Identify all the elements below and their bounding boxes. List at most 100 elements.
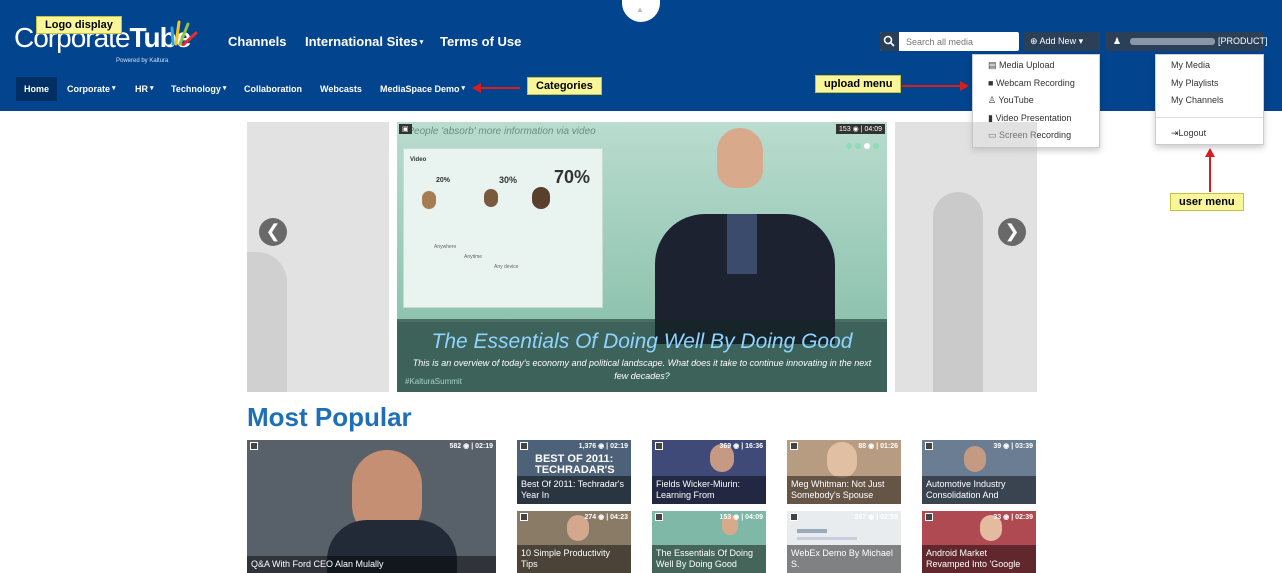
board-person-icon	[484, 189, 498, 207]
subnav-collaboration-label: Collaboration	[244, 84, 302, 94]
collapse-tab[interactable]: ▲	[622, 0, 660, 22]
video-type-icon	[925, 442, 933, 450]
board-percent-2: 30%	[499, 175, 518, 185]
subnav-webcasts-label: Webcasts	[320, 84, 362, 94]
nav-terms-of-use[interactable]: Terms of Use	[440, 34, 521, 49]
slide-stats: 153 ◉ | 04:09	[836, 124, 885, 134]
thumb-stats: 33 ◉ | 02:39	[993, 514, 1033, 521]
subnav-home-label: Home	[24, 84, 50, 94]
subnav-home[interactable]: Home	[16, 77, 58, 101]
thumb-stats: 153 ◉ | 04:09	[719, 514, 763, 521]
thumb-stats: 369 ◉ | 16:36	[719, 443, 763, 450]
board-person-icon	[532, 187, 550, 209]
slide-headline: e People 'absorb' more information via v…	[399, 126, 596, 137]
board-percent-1: 20%	[436, 177, 451, 184]
carousel-next-button[interactable]: ❯	[998, 218, 1026, 246]
person-silhouette	[247, 252, 287, 392]
slide-hashtag: #KalturaSummit	[405, 377, 462, 386]
nav-channels-label: Channels	[228, 34, 287, 49]
video-thumb[interactable]: 88 ◉ | 01:26 Meg Whitman: Not Just Someb…	[787, 440, 901, 504]
carousel-dot[interactable]	[855, 143, 861, 149]
add-new-button[interactable]: ⊕ Add New ▾	[1023, 32, 1100, 51]
slide-board: Video 20% 30% 70% Anywhere Anytime Any d…	[403, 148, 603, 308]
carousel-slide-prev[interactable]	[247, 122, 389, 392]
subnav-collaboration[interactable]: Collaboration	[240, 77, 306, 101]
search-box	[880, 32, 1019, 51]
board-anytime: Anytime	[464, 254, 483, 260]
video-type-icon	[520, 442, 528, 450]
carousel-slide-next[interactable]	[895, 122, 1037, 392]
thumb-overlay-text: BEST OF 2011: TECHRADAR'S	[535, 453, 615, 476]
webcam-icon: ■	[988, 77, 994, 88]
subnav-corporate[interactable]: Corporate ▾	[63, 77, 120, 101]
menu-item-my-media[interactable]: My Media	[1156, 57, 1263, 75]
video-type-icon	[790, 442, 798, 450]
carousel-indicators	[843, 136, 879, 154]
caret-down-icon: ▾	[222, 85, 227, 92]
video-thumb[interactable]: BEST OF 2011: TECHRADAR'S 1,376 ◉ | 02:1…	[517, 440, 631, 504]
carousel-dot-active[interactable]	[864, 143, 870, 149]
subnav-webcasts[interactable]: Webcasts	[316, 77, 366, 101]
search-input[interactable]	[902, 32, 1017, 51]
user-name-redacted	[1130, 38, 1215, 45]
search-button[interactable]	[880, 32, 899, 51]
video-thumb[interactable]: 367 ◉ | 02:59 WebEx Demo By Michael S.	[787, 511, 901, 573]
video-thumb[interactable]: 369 ◉ | 16:36 Fields Wicker-Miurin: Lear…	[652, 440, 766, 504]
logo-rays-icon	[170, 20, 198, 46]
person-silhouette	[933, 192, 983, 392]
carousel-dot[interactable]	[873, 143, 879, 149]
carousel-prev-button[interactable]: ❮	[259, 218, 287, 246]
nav-channels[interactable]: Channels	[228, 34, 287, 49]
carousel-slide-active[interactable]: e People 'absorb' more information via v…	[397, 122, 887, 392]
nav-terms-label: Terms of Use	[440, 34, 522, 49]
subnav-mediaspace-demo[interactable]: MediaSpace Demo ▾	[376, 77, 469, 101]
user-icon: ♟	[1113, 36, 1122, 46]
annotation-categories: Categories	[527, 77, 602, 95]
chevron-up-icon: ▲	[636, 5, 644, 14]
thumb-screen-bar	[797, 537, 857, 540]
thumb-stats: 88 ◉ | 01:26	[858, 443, 898, 450]
search-icon	[883, 35, 895, 47]
subnav-technology[interactable]: Technology ▾	[167, 77, 230, 101]
arrow-right-icon	[960, 81, 969, 91]
menu-item-my-channels[interactable]: My Channels	[1156, 92, 1263, 110]
thumb-title: Android Market Revamped Into 'Google	[922, 545, 1036, 573]
subnav-hr[interactable]: HR ▾	[131, 77, 158, 101]
nav-international-label: International Sites	[305, 34, 418, 49]
board-anywhere: Anywhere	[434, 244, 457, 250]
annotation-arrow	[480, 87, 520, 89]
video-thumb[interactable]: 39 ◉ | 03:39 Automotive Industry Consoli…	[922, 440, 1036, 504]
video-thumb[interactable]: 153 ◉ | 04:09 The Essentials Of Doing We…	[652, 511, 766, 573]
menu-item-youtube[interactable]: ♙ YouTube	[973, 92, 1099, 110]
thumb-title: Automotive Industry Consolidation And	[922, 476, 1036, 504]
thumb-title: Meg Whitman: Not Just Somebody's Spouse	[787, 476, 901, 504]
user-menu-button[interactable]: ♟ [PRODUCT] ▾	[1105, 32, 1268, 65]
slide-title[interactable]: The Essentials Of Doing Well By Doing Go…	[397, 330, 887, 354]
video-thumb[interactable]: 33 ◉ | 02:39 Android Market Revamped Int…	[922, 511, 1036, 573]
presenter-shirt	[727, 214, 757, 274]
thumb-title: 10 Simple Productivity Tips	[517, 545, 631, 573]
video-type-icon	[925, 513, 933, 521]
nav-international-sites[interactable]: International Sites ▾	[305, 34, 423, 49]
featured-video-thumb[interactable]: 582 ◉ | 02:19 Q&A With Ford CEO Alan Mul…	[247, 440, 496, 573]
menu-item-webcam-recording[interactable]: ■ Webcam Recording	[973, 75, 1099, 93]
video-thumb[interactable]: 274 ◉ | 04:23 10 Simple Productivity Tip…	[517, 511, 631, 573]
slide-description: This is an overview of today's economy a…	[412, 358, 872, 381]
presentation-icon: ▮	[988, 112, 993, 123]
menu-item-label: YouTube	[998, 95, 1034, 105]
most-popular-heading: Most Popular	[247, 402, 412, 432]
carousel-dot[interactable]	[846, 143, 852, 149]
board-person-icon	[422, 191, 436, 209]
thumb-stats: 582 ◉ | 02:19	[449, 443, 493, 450]
menu-item-logout[interactable]: ⇥Logout	[1156, 125, 1263, 143]
video-type-icon	[520, 513, 528, 521]
video-type-icon	[250, 442, 258, 450]
presenter-head	[717, 128, 763, 188]
menu-item-media-upload[interactable]: ▤ Media Upload	[973, 57, 1099, 75]
thumb-title: Q&A With Ford CEO Alan Mulally	[247, 556, 496, 573]
arrow-left-icon	[472, 83, 481, 93]
menu-item-my-playlists[interactable]: My Playlists	[1156, 75, 1263, 93]
annotation-upload-menu: upload menu	[815, 75, 902, 93]
thumb-screen-bar	[797, 529, 827, 533]
board-any-device: Any device	[494, 264, 519, 270]
